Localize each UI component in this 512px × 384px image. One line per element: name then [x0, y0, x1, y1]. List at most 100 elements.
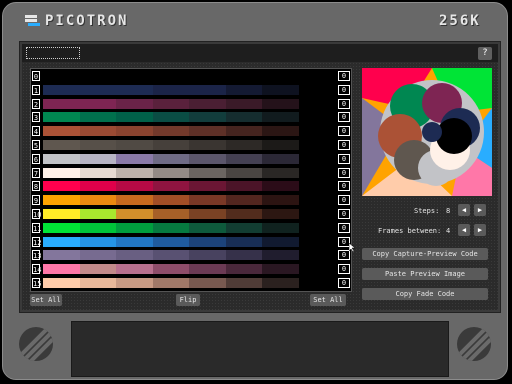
- fade-step-swatch[interactable]: [298, 126, 335, 137]
- fade-step-swatch[interactable]: [262, 126, 299, 137]
- fade-step-swatch[interactable]: [298, 84, 335, 95]
- fade-step-swatch[interactable]: [43, 278, 80, 288]
- fade-step-swatch[interactable]: [79, 250, 116, 261]
- fade-step-swatch[interactable]: [79, 222, 116, 233]
- fade-step-swatch[interactable]: [116, 153, 153, 164]
- palette-index[interactable]: 2: [32, 98, 40, 109]
- fade-step-swatch[interactable]: [298, 167, 335, 178]
- fade-step-swatch[interactable]: [298, 181, 335, 192]
- fade-step-swatch[interactable]: [189, 126, 226, 137]
- palette-index[interactable]: 4: [32, 126, 40, 137]
- fade-step-swatch[interactable]: [79, 153, 116, 164]
- fade-step-swatch[interactable]: [152, 140, 189, 150]
- fade-step-swatch[interactable]: [225, 264, 262, 275]
- fade-step-swatch[interactable]: [225, 98, 262, 109]
- fade-step-swatch[interactable]: [298, 278, 335, 288]
- fade-step-swatch[interactable]: [189, 112, 226, 123]
- fade-step-swatch[interactable]: [152, 84, 189, 95]
- fade-step-swatch[interactable]: [225, 250, 262, 261]
- fade-step-swatch[interactable]: [225, 222, 262, 233]
- fade-step-swatch[interactable]: [152, 209, 189, 219]
- fade-step-swatch[interactable]: [225, 126, 262, 137]
- target-index[interactable]: 0: [338, 222, 350, 233]
- fade-step-swatch[interactable]: [298, 236, 335, 247]
- palette-index[interactable]: 10: [32, 209, 41, 219]
- fade-step-swatch[interactable]: [152, 195, 189, 206]
- target-index[interactable]: 0: [338, 264, 350, 275]
- fade-step-swatch[interactable]: [116, 181, 153, 192]
- fade-step-swatch[interactable]: [189, 181, 226, 192]
- fade-step-swatch[interactable]: [116, 71, 153, 81]
- fade-step-swatch[interactable]: [298, 98, 335, 109]
- fade-step-swatch[interactable]: [152, 222, 189, 233]
- fade-step-swatch[interactable]: [43, 195, 80, 206]
- fade-step-swatch[interactable]: [262, 140, 299, 150]
- steps-decrease-button[interactable]: ◀: [458, 204, 470, 216]
- fade-step-swatch[interactable]: [225, 71, 262, 81]
- fade-step-swatch[interactable]: [43, 71, 80, 81]
- fade-step-swatch[interactable]: [116, 222, 153, 233]
- steps-increase-button[interactable]: ▶: [474, 204, 486, 216]
- frames-increase-button[interactable]: ▶: [474, 224, 486, 236]
- fade-step-swatch[interactable]: [262, 167, 299, 178]
- fade-step-swatch[interactable]: [116, 112, 153, 123]
- paste-preview-image-button[interactable]: Paste Preview Image: [362, 268, 488, 280]
- fade-step-swatch[interactable]: [43, 112, 80, 123]
- fade-step-swatch[interactable]: [79, 278, 116, 288]
- fade-step-swatch[interactable]: [262, 264, 299, 275]
- fade-step-swatch[interactable]: [79, 181, 116, 192]
- fade-step-swatch[interactable]: [262, 84, 299, 95]
- palette-index[interactable]: 8: [32, 181, 40, 192]
- fade-step-swatch[interactable]: [43, 222, 80, 233]
- fade-step-swatch[interactable]: [152, 167, 189, 178]
- fade-step-swatch[interactable]: [225, 195, 262, 206]
- fade-step-swatch[interactable]: [298, 250, 335, 261]
- fade-step-swatch[interactable]: [79, 167, 116, 178]
- target-index[interactable]: 0: [338, 195, 350, 206]
- fade-step-swatch[interactable]: [225, 278, 262, 288]
- fade-step-swatch[interactable]: [152, 236, 189, 247]
- fade-step-swatch[interactable]: [116, 98, 153, 109]
- fade-step-swatch[interactable]: [262, 181, 299, 192]
- fade-step-swatch[interactable]: [43, 250, 80, 261]
- fade-step-swatch[interactable]: [116, 167, 153, 178]
- fade-step-swatch[interactable]: [189, 140, 226, 150]
- fade-step-swatch[interactable]: [262, 236, 299, 247]
- fade-step-swatch[interactable]: [43, 84, 80, 95]
- frames-decrease-button[interactable]: ◀: [458, 224, 470, 236]
- palette-index[interactable]: 1: [32, 84, 40, 95]
- fade-step-swatch[interactable]: [225, 84, 262, 95]
- fade-step-swatch[interactable]: [43, 153, 80, 164]
- fade-step-swatch[interactable]: [225, 112, 262, 123]
- fade-step-swatch[interactable]: [298, 140, 335, 150]
- fade-step-swatch[interactable]: [79, 209, 116, 219]
- fade-step-swatch[interactable]: [116, 195, 153, 206]
- target-index[interactable]: 0: [338, 140, 350, 150]
- fade-step-swatch[interactable]: [262, 112, 299, 123]
- fade-step-swatch[interactable]: [298, 209, 335, 219]
- palette-index[interactable]: 15: [32, 278, 41, 288]
- palette-index[interactable]: 13: [32, 250, 41, 261]
- fade-step-swatch[interactable]: [43, 98, 80, 109]
- target-index[interactable]: 0: [338, 112, 350, 123]
- palette-index[interactable]: 7: [32, 167, 40, 178]
- fade-step-swatch[interactable]: [116, 250, 153, 261]
- fade-step-swatch[interactable]: [116, 278, 153, 288]
- fade-step-swatch[interactable]: [262, 98, 299, 109]
- fade-step-swatch[interactable]: [79, 98, 116, 109]
- fade-step-swatch[interactable]: [225, 181, 262, 192]
- fade-step-swatch[interactable]: [298, 195, 335, 206]
- fade-step-swatch[interactable]: [262, 71, 299, 81]
- fade-step-swatch[interactable]: [116, 209, 153, 219]
- fade-step-swatch[interactable]: [262, 222, 299, 233]
- fade-step-swatch[interactable]: [43, 264, 80, 275]
- fade-step-swatch[interactable]: [152, 278, 189, 288]
- copy-capture-preview-code-button[interactable]: Copy Capture-Preview Code: [362, 248, 488, 260]
- fade-step-swatch[interactable]: [262, 250, 299, 261]
- fade-step-swatch[interactable]: [262, 209, 299, 219]
- palette-index[interactable]: 3: [32, 112, 40, 123]
- fade-step-swatch[interactable]: [189, 195, 226, 206]
- target-index[interactable]: 0: [338, 126, 350, 137]
- fade-step-swatch[interactable]: [298, 112, 335, 123]
- fade-step-swatch[interactable]: [152, 153, 189, 164]
